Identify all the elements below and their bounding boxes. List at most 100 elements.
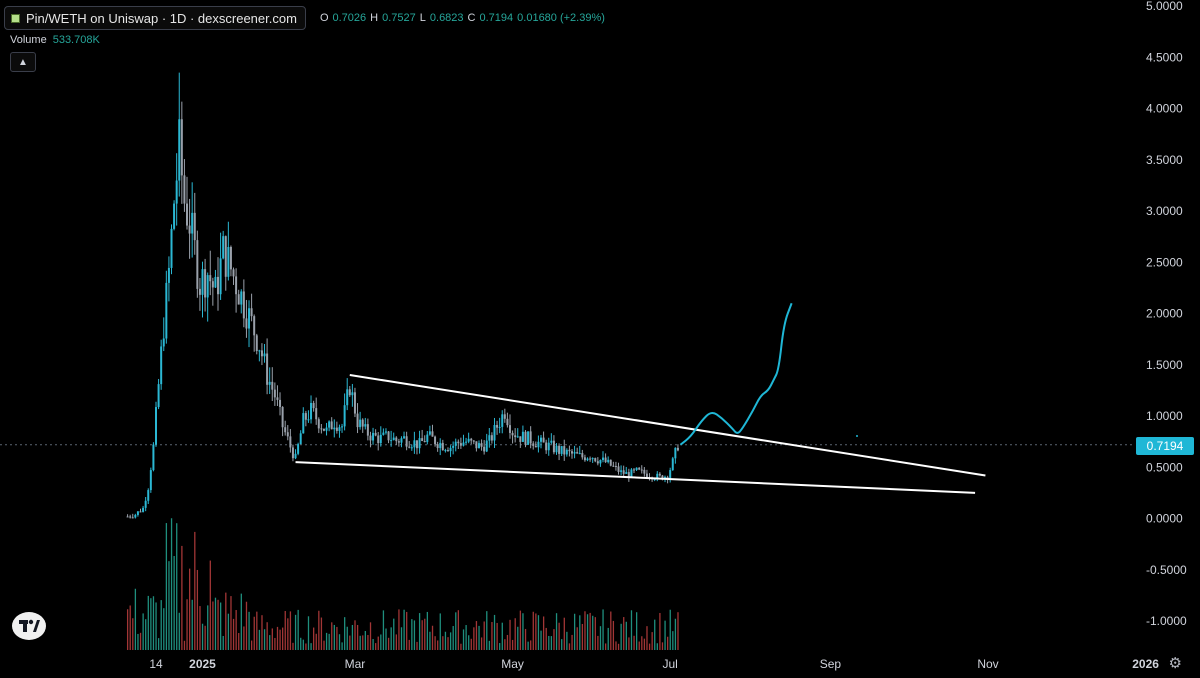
candle-body [356, 413, 359, 428]
volume-bar [442, 636, 444, 650]
volume-bar [302, 639, 304, 650]
forecast-drawing[interactable] [679, 302, 793, 446]
trendline-upper[interactable] [349, 374, 986, 477]
candle-body [620, 470, 623, 472]
candle-body [322, 428, 325, 431]
volume-bar [527, 641, 529, 650]
volume-bar [160, 600, 162, 650]
tradingview-logo-icon[interactable] [12, 612, 46, 640]
candle-body [232, 269, 235, 277]
volume-bar [126, 609, 129, 650]
volume-bar [501, 622, 503, 650]
candle-body [573, 452, 576, 454]
candle-body [467, 438, 470, 442]
candle-body [539, 437, 542, 442]
candle-body [501, 414, 504, 427]
candle-body [410, 447, 413, 449]
volume-bar [592, 615, 594, 650]
volume-bar [235, 610, 237, 650]
high-value: 0.7527 [382, 12, 416, 24]
x-tick-label: 2025 [189, 657, 216, 671]
ohlc-values: O 0.7026 H 0.7527 L 0.6823 C 0.7194 0.01680 … [320, 12, 605, 24]
candle-body [542, 437, 545, 443]
volume-bar [170, 518, 173, 650]
candle-body [604, 457, 607, 463]
volume-bar [661, 642, 664, 650]
volume-bar [610, 611, 612, 650]
volume-bar [571, 634, 573, 650]
volume-bar [359, 635, 361, 650]
volume-bar [617, 643, 620, 650]
low-label: L [419, 12, 426, 24]
candle-body [266, 353, 269, 385]
candle-body [472, 440, 475, 442]
candle-body [465, 441, 468, 443]
time-axis[interactable]: 14 2025 Mar May Jul Sep Nov 2026 [149, 657, 1159, 671]
candle-body [255, 335, 258, 352]
candle-body [439, 442, 442, 449]
volume-bar [537, 615, 540, 650]
candle-body [635, 467, 638, 471]
y-tick-label: -1.0000 [1146, 614, 1187, 628]
trendlines[interactable] [295, 374, 986, 494]
candle-body [490, 435, 493, 441]
candle-body [625, 472, 628, 474]
volume-bar [416, 641, 418, 650]
volume-bar [297, 609, 299, 650]
candle-body [529, 431, 532, 444]
candle-body [315, 408, 318, 420]
candle-body [558, 445, 561, 454]
candle-body [144, 500, 147, 508]
volume-bar [522, 613, 524, 650]
volume-bar [594, 617, 596, 650]
volume-bar [586, 614, 589, 650]
volume-bar [480, 637, 483, 650]
candle-body [338, 427, 341, 431]
candle-body [312, 402, 315, 409]
candle-body [284, 427, 287, 433]
volume-bar [656, 643, 658, 650]
collapse-legend-button[interactable]: ▲ [10, 52, 36, 72]
price-chart[interactable]: 5.0000 4.5000 4.0000 3.5000 3.0000 2.5000 2.00… [0, 0, 1200, 678]
candle-body [297, 444, 300, 454]
y-tick-label: 4.0000 [1146, 102, 1183, 116]
candle-body [568, 449, 571, 452]
volume-bar [354, 620, 356, 650]
candle-body [508, 425, 511, 433]
candle-body [449, 447, 452, 452]
candle-body [560, 446, 563, 454]
symbol-selector[interactable]: Pin/WETH on Uniswap · 1D · dexscreener.c… [4, 6, 306, 30]
trendline-lower[interactable] [295, 461, 976, 494]
volume-bar [566, 631, 568, 650]
candle-body [408, 446, 411, 448]
candle-body [400, 438, 403, 443]
candle-body [131, 517, 134, 519]
volume-bar [669, 609, 671, 650]
candle-body [640, 469, 643, 471]
volume-bar [292, 642, 294, 650]
volume-bar [568, 643, 571, 650]
volume-bar [496, 622, 498, 650]
candle-body [379, 434, 382, 444]
candle-body [167, 267, 170, 283]
candle-body [617, 466, 620, 472]
candle-body [638, 467, 641, 470]
volume-bar [615, 641, 617, 650]
candle-body [211, 281, 214, 288]
candle-body [320, 428, 323, 430]
volume-label: Volume [10, 34, 47, 46]
candle-body [565, 449, 568, 455]
volume-bar [294, 614, 297, 650]
volume-bar [548, 635, 550, 650]
candle-body [488, 435, 491, 441]
candle-body [527, 431, 530, 445]
volume-bar [150, 598, 152, 650]
candle-body [353, 392, 356, 414]
volume-bar [258, 629, 261, 650]
gear-icon[interactable]: ⚙ [1169, 654, 1182, 672]
price-axis[interactable]: 5.0000 4.5000 4.0000 3.5000 3.0000 2.5000 2.00… [1146, 0, 1187, 628]
volume-bar [274, 637, 276, 650]
low-value: 0.6823 [429, 12, 464, 24]
volume-bar [152, 596, 155, 650]
y-tick-label: 5.0000 [1146, 0, 1183, 13]
